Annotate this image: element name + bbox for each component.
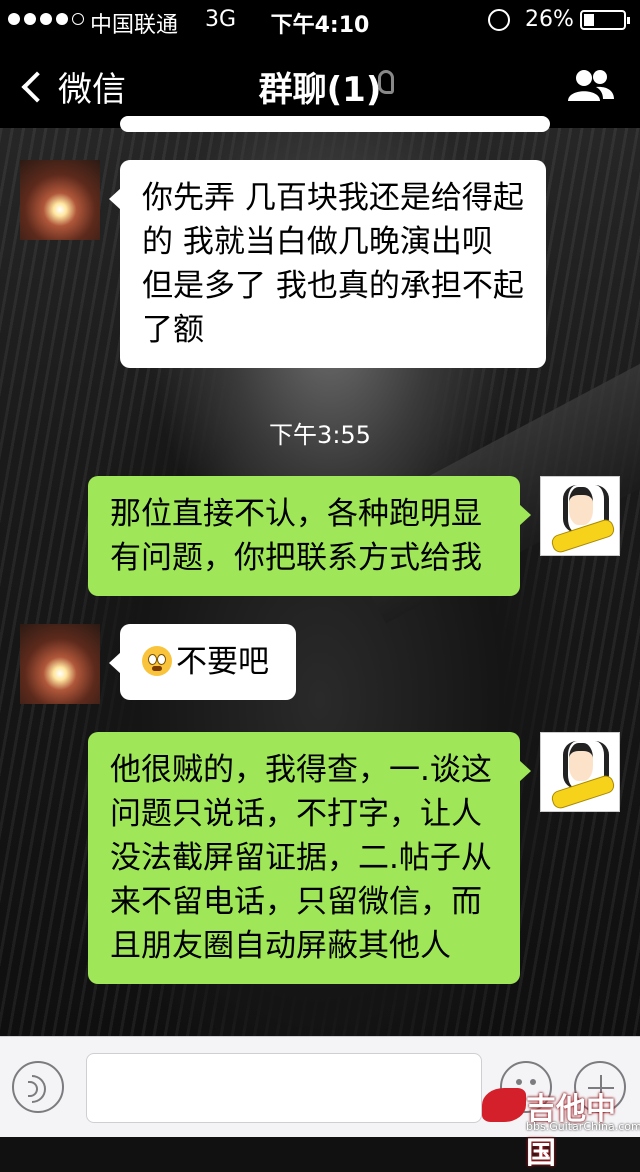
message-text: 你先弄 几百块我还是给得起的 我就当白做几晚演出呗 但是多了 我也真的承担不起了… <box>142 180 524 348</box>
message-timestamp: 下午3:55 <box>269 421 371 449</box>
message-bubble-sent[interactable]: 那位直接不认，各种跑明显有问题，你把联系方式给我 <box>88 476 531 596</box>
rotation-lock-icon <box>488 9 510 31</box>
battery-percent: 26% <box>525 7 574 32</box>
chat-title: 群聊(1) <box>258 70 382 110</box>
avatar[interactable] <box>540 732 620 812</box>
message-list[interactable]: 你先弄 几百块我还是给得起的 我就当白做几晚演出呗 但是多了 我也真的承担不起了… <box>0 116 640 1036</box>
message-text: 他很贼的，我得查，一.谈这问题只说话，不打字，让人没法截屏留证据，二.帖子从来不… <box>110 752 492 964</box>
avatar[interactable] <box>20 624 100 704</box>
message-bubble-received[interactable]: 你先弄 几百块我还是给得起的 我就当白做几晚演出呗 但是多了 我也真的承担不起了… <box>109 160 546 368</box>
message-bubble-received[interactable]: 不要吧 <box>109 624 296 700</box>
message-text: 那位直接不认，各种跑明显有问题，你把联系方式给我 <box>110 496 482 576</box>
avatar[interactable] <box>540 476 620 556</box>
watermark-logo-icon <box>482 1088 526 1122</box>
status-bar: 中国联通 3G 下午4:10 26% <box>0 0 640 40</box>
message-bubble-sent[interactable]: 他很贼的，我得查，一.谈这问题只说话，不打字，让人没法截屏留证据，二.帖子从来不… <box>88 732 531 984</box>
avatar[interactable] <box>20 160 100 240</box>
message-text: 不要吧 <box>176 644 269 680</box>
voice-icon[interactable] <box>12 1061 64 1113</box>
message-input[interactable] <box>86 1053 482 1123</box>
navigation-bar: 微信 群聊(1) <box>0 40 640 128</box>
earpiece-mode-icon <box>378 70 394 94</box>
previous-message-bubble <box>120 116 550 132</box>
watermark: 吉他中国 bbs.GuitarChina.com <box>482 1084 640 1171</box>
flushed-face-emoji-icon <box>142 646 172 676</box>
battery-icon <box>580 10 630 30</box>
watermark-url: bbs.GuitarChina.com <box>526 1120 640 1133</box>
group-members-icon[interactable] <box>566 68 616 102</box>
